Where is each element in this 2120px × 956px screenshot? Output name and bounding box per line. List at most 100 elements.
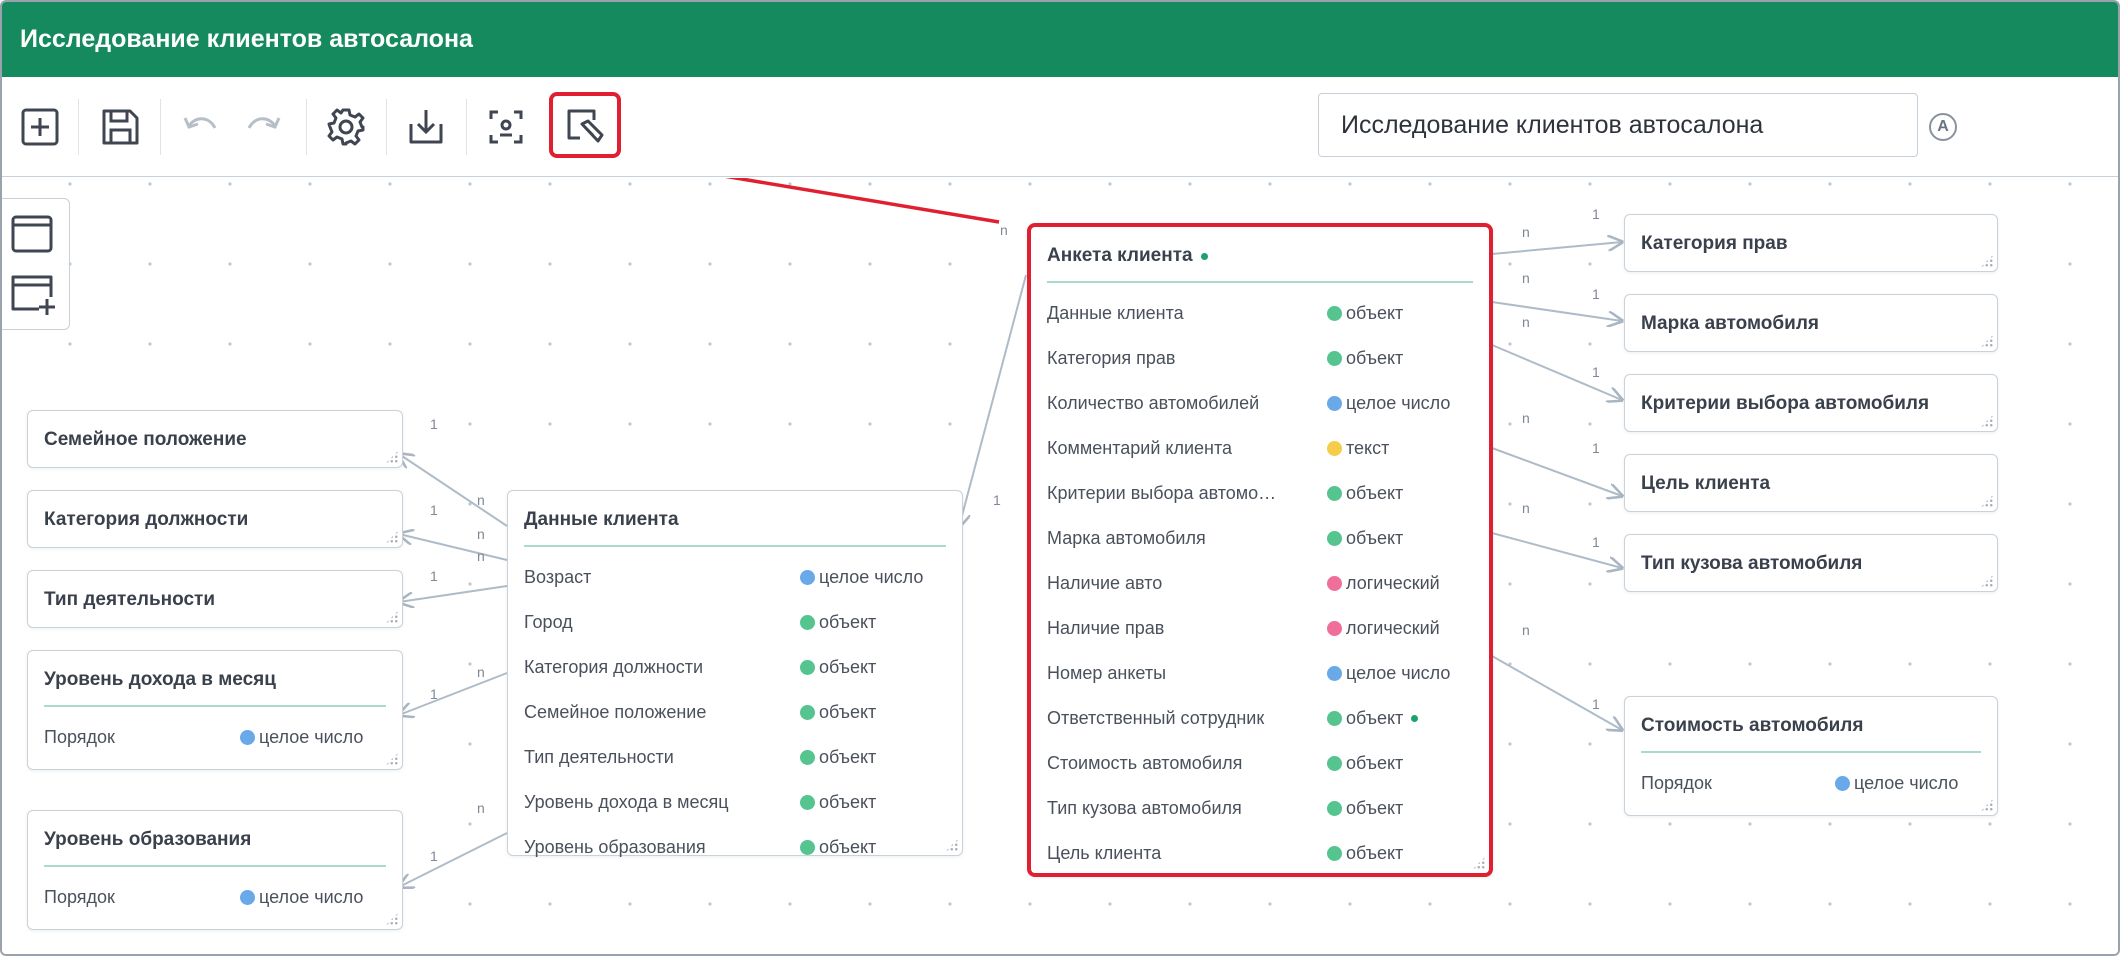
- entity-card-activity-type[interactable]: Тип деятельности: [27, 570, 403, 628]
- fit-to-screen-button[interactable]: [478, 99, 534, 155]
- entity-title: Тип деятельности: [44, 589, 216, 610]
- attribute-name: Цель клиента: [1047, 843, 1162, 863]
- attribute-row[interactable]: Город объект: [524, 600, 948, 645]
- attribute-row[interactable]: Категория должности объект: [524, 645, 948, 690]
- resize-handle[interactable]: [1980, 334, 1994, 348]
- attribute-row[interactable]: Уровень дохода в месяц объект: [524, 780, 948, 825]
- attribute-name: Наличие прав: [1047, 618, 1165, 638]
- attribute-type: целое число: [800, 567, 948, 588]
- type-dot: [1327, 396, 1342, 411]
- attribute-type: объект: [1327, 753, 1475, 774]
- resize-handle[interactable]: [1980, 254, 1994, 268]
- attribute-row[interactable]: Тип кузова автомобиля объект: [1047, 786, 1475, 831]
- attribute-type: объект: [1327, 303, 1475, 324]
- attribute-type: объект: [800, 747, 948, 768]
- entity-card-client-goal[interactable]: Цель клиента: [1624, 454, 1998, 512]
- diagram-name-input[interactable]: [1318, 93, 1918, 157]
- attribute-row[interactable]: Комментарий клиента текст: [1047, 426, 1475, 471]
- attribute-type: объект: [1327, 843, 1475, 864]
- attribute-name: Ответственный сотрудник: [1047, 708, 1265, 728]
- entity-card-license-category[interactable]: Категория прав: [1624, 214, 1998, 272]
- attribute-row[interactable]: Порядок целое число: [1641, 761, 1983, 806]
- resize-handle[interactable]: [1980, 494, 1994, 508]
- redo-button[interactable]: [236, 99, 292, 155]
- attribute-row[interactable]: Категория прав объект: [1047, 336, 1475, 381]
- attribute-list: Порядок целое число: [1641, 761, 1983, 806]
- attribute-type: целое число: [1835, 773, 1983, 794]
- app-window: Исследование клиентов автосалона Исследо…: [0, 0, 2120, 956]
- attribute-name: Критерии выбора автомо…: [1047, 483, 1277, 503]
- resize-handle[interactable]: [1980, 414, 1994, 428]
- attribute-row[interactable]: Количество автомобилей целое число: [1047, 381, 1475, 426]
- add-button[interactable]: [12, 99, 68, 155]
- settings-button[interactable]: [318, 99, 374, 155]
- export-button[interactable]: [398, 99, 454, 155]
- attribute-name: Семейное положение: [524, 702, 707, 722]
- type-dot: [1327, 801, 1342, 816]
- attribute-row[interactable]: Тип деятельности объект: [524, 735, 948, 780]
- add-window-icon[interactable]: [9, 271, 55, 317]
- entity-title: Категория должности: [44, 509, 249, 530]
- attribute-row[interactable]: Ответственный сотрудник объект: [1047, 696, 1475, 741]
- attribute-row[interactable]: Номер анкеты целое число: [1047, 651, 1475, 696]
- type-dot: [1327, 441, 1342, 456]
- attribute-name: Наличие авто: [1047, 573, 1163, 593]
- entity-card-car-cost[interactable]: Стоимость автомобиля Порядок целое число: [1624, 696, 1998, 816]
- entity-card-client-data[interactable]: Данные клиента Возраст целое число Город об…: [507, 490, 963, 857]
- entity-card-car-brand[interactable]: Марка автомобиля: [1624, 294, 1998, 352]
- attribute-name: Уровень образования: [524, 837, 706, 857]
- attribute-row[interactable]: Возраст целое число: [524, 555, 948, 600]
- type-dot: [1327, 531, 1342, 546]
- attribute-name: Уровень дохода в месяц: [524, 792, 729, 812]
- entity-card-monthly-income[interactable]: Уровень дохода в месяц Порядок целое чис…: [27, 650, 403, 770]
- attribute-name: Количество автомобилей: [1047, 393, 1260, 413]
- floppy-disk-icon: [102, 109, 139, 145]
- save-button[interactable]: [92, 99, 148, 155]
- attribute-name: Тип кузова автомобиля: [1047, 798, 1242, 818]
- entity-title: Категория прав: [1641, 233, 1788, 254]
- entity-card-client-survey[interactable]: Анкета клиента Данные клиента объект Катег…: [1027, 223, 1493, 877]
- entity-card-body-type[interactable]: Тип кузова автомобиля: [1624, 534, 1998, 592]
- attribute-row[interactable]: Марка автомобиля объект: [1047, 516, 1475, 561]
- entity-card-family-status[interactable]: Семейное положение: [27, 410, 403, 468]
- attribute-row[interactable]: Стоимость автомобиля объект: [1047, 741, 1475, 786]
- attribute-type: целое число: [1327, 663, 1475, 684]
- attribute-list: Порядок целое число: [44, 715, 388, 760]
- undo-button[interactable]: [172, 99, 228, 155]
- resize-handle[interactable]: [385, 450, 399, 464]
- entity-card-selection-criteria[interactable]: Критерии выбора автомобиля: [1624, 374, 1998, 432]
- attribute-row[interactable]: Порядок целое число: [44, 875, 388, 920]
- entity-card-position-category[interactable]: Категория должности: [27, 490, 403, 548]
- type-dot: [1327, 756, 1342, 771]
- attribute-row[interactable]: Наличие прав логический: [1047, 606, 1475, 651]
- attribute-row[interactable]: Уровень образования объект: [524, 825, 948, 870]
- gear-icon: [327, 108, 365, 146]
- window-layout-icon[interactable]: [9, 211, 55, 257]
- attribute-list: Данные клиента объект Категория прав объект…: [1047, 291, 1475, 876]
- entity-title: Стоимость автомобиля: [1641, 701, 1981, 753]
- type-dot: [1327, 576, 1342, 591]
- resize-handle[interactable]: [385, 530, 399, 544]
- attribute-row[interactable]: Семейное положение объект: [524, 690, 948, 735]
- type-dot: [1327, 666, 1342, 681]
- resize-handle[interactable]: [385, 610, 399, 624]
- attribute-name: Номер анкеты: [1047, 663, 1167, 683]
- type-dot: [800, 660, 815, 675]
- attribute-row[interactable]: Цель клиента объект: [1047, 831, 1475, 876]
- type-dot: [800, 615, 815, 630]
- attribute-type: объект: [800, 792, 948, 813]
- resize-handle[interactable]: [1980, 574, 1994, 588]
- entity-title: Тип кузова автомобиля: [1641, 553, 1863, 574]
- attribute-row[interactable]: Критерии выбора автомо… объект: [1047, 471, 1475, 516]
- author-badge[interactable]: A: [1929, 113, 1957, 141]
- attribute-list: Порядок целое число: [44, 875, 388, 920]
- attribute-type: объект: [1327, 528, 1475, 549]
- diagram-canvas[interactable]: n 1 n 1 n 1 n 1 n 1 n 1 n 1 1 n 1 n 1 n …: [2, 178, 2118, 954]
- attribute-name: Категория должности: [524, 657, 704, 677]
- attribute-name: Комментарий клиента: [1047, 438, 1233, 458]
- attribute-row[interactable]: Наличие авто логический: [1047, 561, 1475, 606]
- entity-card-education-level[interactable]: Уровень образования Порядок целое число: [27, 810, 403, 930]
- attribute-name: Порядок: [44, 727, 115, 747]
- attribute-row[interactable]: Данные клиента объект: [1047, 291, 1475, 336]
- attribute-row[interactable]: Порядок целое число: [44, 715, 388, 760]
